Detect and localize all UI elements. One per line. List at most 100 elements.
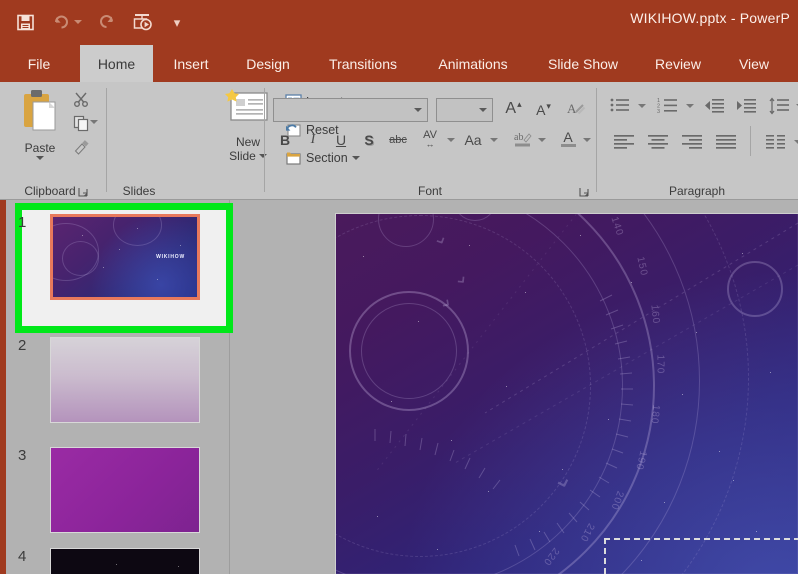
slide-editing-stage: ⌄ ⌄ ⌄ ⌄ 140 150 160 170 180 190 200 210 … (231, 200, 798, 574)
paste-button[interactable]: Paste (16, 88, 64, 166)
tab-slide-show[interactable]: Slide Show (538, 45, 628, 82)
columns-caret[interactable] (794, 140, 798, 144)
font-color-button[interactable]: A (556, 126, 580, 152)
font-size-input[interactable] (436, 98, 493, 122)
strikethrough-button[interactable]: abc (383, 130, 413, 150)
slide-3-background (51, 448, 199, 532)
group-label-font: Font (417, 184, 442, 198)
ribbon-tab-strip: File Home Insert Design Transitions Anim… (0, 45, 798, 82)
slide-1-preview[interactable]: WIKIHOW (50, 214, 200, 300)
group-label-slides: Slides (122, 184, 156, 198)
line-spacing-icon[interactable] (766, 94, 794, 118)
justify-icon[interactable] (712, 130, 740, 154)
increase-font-size-button[interactable]: A ▴ (500, 96, 526, 122)
text-highlight-icon[interactable]: ab (511, 126, 535, 152)
svg-text:ab: ab (514, 132, 523, 143)
font-name-caret[interactable] (414, 108, 422, 112)
tab-view[interactable]: View (730, 45, 778, 82)
thumbnail-slide-3[interactable]: 3 (6, 447, 230, 539)
paste-clipboard-icon (20, 88, 60, 139)
slide-1-text: WIKIHOW (156, 253, 185, 260)
ribbon-group-font: A ▴ A ▾ A B I U S abc AV ↔ Aa ab A Font (264, 82, 596, 200)
text-placeholder-selection[interactable] (604, 538, 798, 574)
paste-dropdown-caret[interactable] (36, 156, 44, 160)
undo-button[interactable] (50, 11, 82, 33)
svg-text:3: 3 (657, 109, 660, 115)
slide-2-background (51, 338, 199, 422)
group-label-paragraph: Paragraph (668, 184, 726, 198)
slide-4-background (51, 549, 199, 574)
thumbnail-slide-1[interactable]: 1 WIKIHOW (6, 214, 230, 314)
quick-access-toolbar: ▾ (14, 8, 186, 36)
slide-4-preview[interactable] (50, 548, 200, 574)
undo-dropdown-caret[interactable] (74, 20, 82, 24)
start-from-beginning-icon[interactable] (132, 11, 154, 33)
decrease-indent-icon[interactable] (700, 94, 728, 118)
change-case-button[interactable]: Aa (460, 128, 486, 152)
slide-number-1: 1 (18, 214, 27, 231)
align-right-icon[interactable] (678, 130, 706, 154)
ribbon-group-paragraph: 1 2 3 Paragraph (596, 82, 798, 200)
powerpoint-window: ▾ WIKIHOW.pptx - PowerP File Home Insert… (0, 0, 798, 574)
save-icon[interactable] (14, 11, 36, 33)
slide-3-preview[interactable] (50, 447, 200, 533)
font-name-input[interactable] (273, 98, 428, 122)
numbering-icon[interactable]: 1 2 3 (654, 94, 682, 118)
title-bar: ▾ WIKIHOW.pptx - PowerP (0, 0, 798, 45)
slide-number-3: 3 (18, 447, 27, 464)
tab-design[interactable]: Design (236, 45, 300, 82)
italic-button[interactable]: I (303, 128, 323, 152)
undo-icon[interactable] (50, 11, 72, 33)
thumbnail-slide-2[interactable]: 2 (6, 337, 230, 429)
window-title: WIKIHOW.pptx - PowerP (630, 10, 790, 26)
slide-2-preview[interactable] (50, 337, 200, 423)
bullets-caret[interactable] (638, 104, 646, 108)
decrease-font-size-button[interactable]: A ▾ (530, 97, 556, 123)
tab-home[interactable]: Home (80, 45, 153, 82)
font-dialog-launcher[interactable] (579, 185, 590, 197)
clear-formatting-icon[interactable]: A (564, 96, 588, 122)
text-shadow-button[interactable]: S (359, 128, 379, 152)
change-case-caret[interactable] (490, 138, 498, 142)
character-spacing-caret[interactable] (447, 138, 455, 142)
columns-icon[interactable] (762, 130, 790, 154)
bullets-icon[interactable] (606, 94, 634, 118)
font-size-caret[interactable] (479, 108, 487, 112)
underline-button[interactable]: U (331, 128, 351, 152)
paragraph-inner-separator (750, 126, 751, 156)
ribbon: Paste Clipboard New Slide Reset Section … (0, 82, 798, 200)
font-color-caret[interactable] (583, 138, 591, 142)
paste-label: Paste (24, 141, 56, 155)
svg-text:A: A (567, 101, 577, 116)
tab-animations[interactable]: Animations (425, 45, 521, 82)
align-left-icon[interactable] (610, 130, 638, 154)
bold-button[interactable]: B (275, 128, 295, 152)
thumbnail-slide-4[interactable]: 4 (6, 548, 230, 574)
redo-icon[interactable] (96, 11, 118, 33)
scissors-icon[interactable] (68, 88, 94, 110)
slide-thumbnail-pane[interactable]: 1 WIKIHOW 2 3 4 (6, 200, 233, 574)
chevron-down-icon[interactable]: ▾ (168, 11, 186, 33)
current-slide-canvas[interactable]: ⌄ ⌄ ⌄ ⌄ 140 150 160 170 180 190 200 210 … (335, 213, 798, 574)
slide-number-4: 4 (18, 548, 27, 565)
slide-number-2: 2 (18, 337, 27, 354)
decrease-font-size-label: A (536, 102, 546, 118)
ribbon-group-slides: New Slide Layout (106, 82, 360, 200)
new-slide-label-1: New (235, 135, 260, 149)
ribbon-group-clipboard: Paste Clipboard (6, 82, 106, 200)
tab-transitions[interactable]: Transitions (318, 45, 408, 82)
new-slide-label-2: Slide (229, 149, 256, 163)
tab-review[interactable]: Review (645, 45, 711, 82)
tab-insert[interactable]: Insert (163, 45, 219, 82)
increase-indent-icon[interactable] (732, 94, 760, 118)
numbering-caret[interactable] (686, 104, 694, 108)
align-center-icon[interactable] (644, 130, 672, 154)
copy-dropdown-caret[interactable] (90, 120, 98, 124)
font-color-label: A (563, 129, 573, 145)
character-spacing-button[interactable]: AV ↔ (416, 126, 444, 152)
slide-1-background: WIKIHOW (53, 217, 197, 297)
text-highlight-caret[interactable] (538, 138, 546, 142)
tab-file[interactable]: File (18, 45, 60, 82)
format-painter-icon[interactable] (68, 136, 94, 158)
workspace: 1 WIKIHOW 2 3 4 ⌄ ⌄ ⌄ ⌄ 140 150 160 170 … (0, 200, 798, 574)
